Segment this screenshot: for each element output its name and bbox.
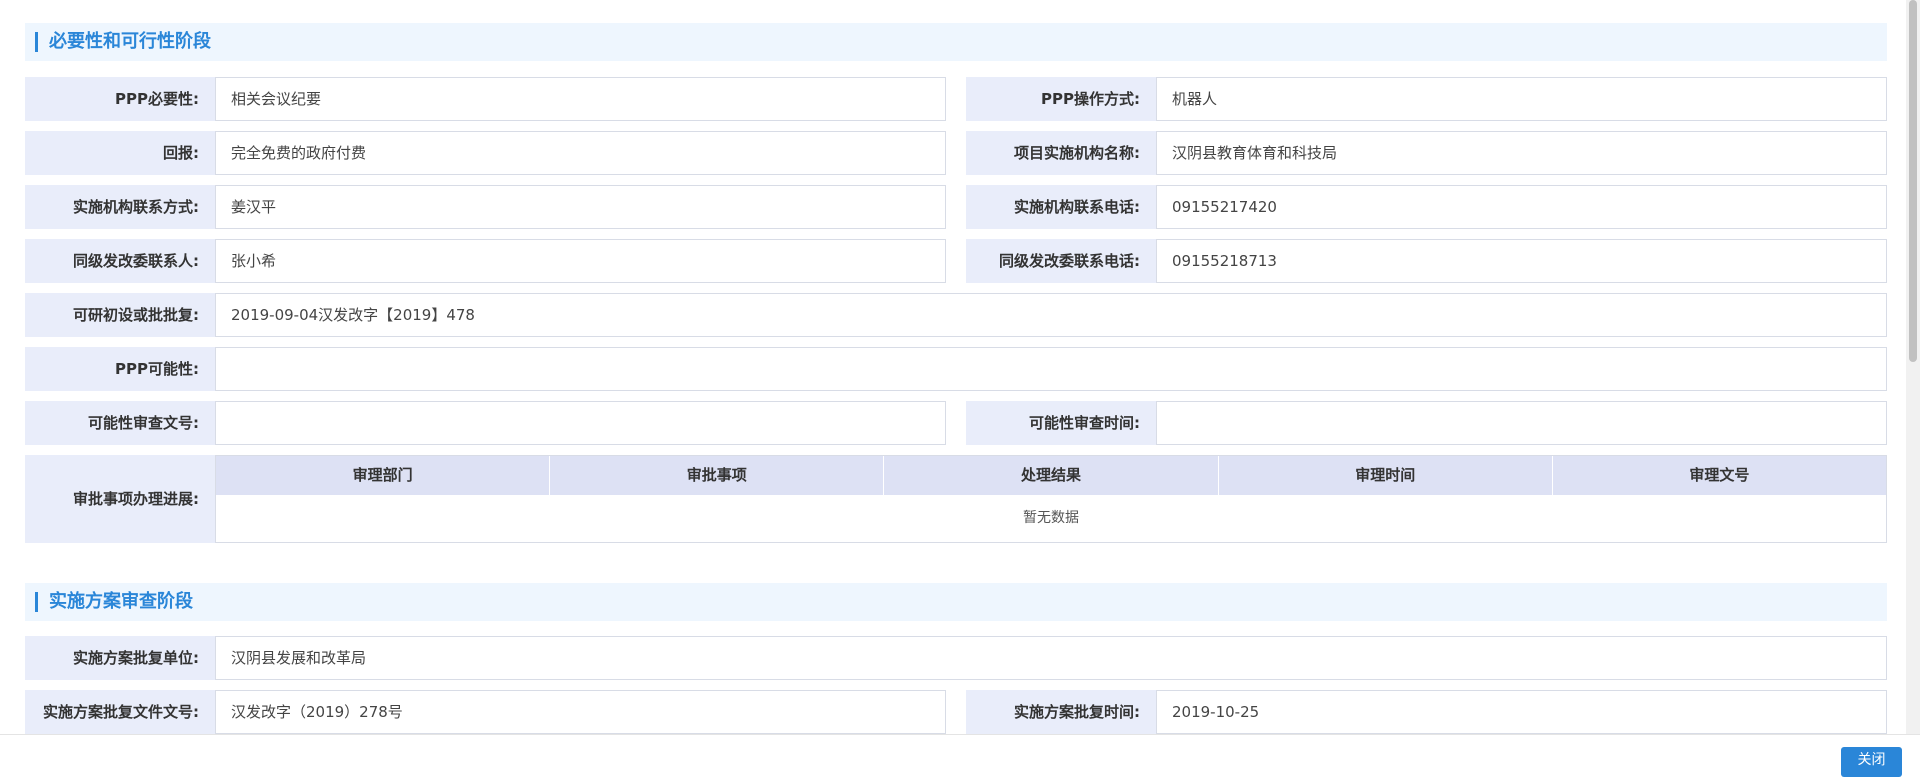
field-value-ndrc-contact: 张小希: [215, 239, 946, 283]
field-value-plan-approval-doc-no: 汉发改字（2019）278号: [215, 690, 946, 734]
detail-scroll-area[interactable]: 必要性和可行性阶段 PPP必要性: 相关会议纪要 PPP操作方式: 机器人 回报…: [0, 0, 1920, 734]
field-value-feasibility-approval: 2019-09-04汉发改字【2019】478: [215, 293, 1887, 337]
section-title: 实施方案审查阶段: [49, 591, 193, 612]
table-header: 审理部门 审批事项 处理结果 审理时间 审理文号: [216, 456, 1886, 495]
column-header-result[interactable]: 处理结果: [884, 456, 1219, 495]
form-row: 实施方案批复单位: 汉阴县发展和改革局: [25, 636, 1887, 680]
field-label-ppp-feasibility: PPP可能性:: [25, 347, 215, 391]
form-row: 实施方案批复文件文号: 汉发改字（2019）278号 实施方案批复时间: 201…: [25, 690, 1887, 734]
field-label-feasibility-doc-no: 可能性审查文号:: [25, 401, 215, 445]
field-label-ndrc-phone: 同级发改委联系电话:: [966, 239, 1156, 283]
field-value-ppp-necessity: 相关会议纪要: [215, 77, 946, 121]
field-value-feasibility-doc-no: [215, 401, 946, 445]
form-row: 可研初设或批批复: 2019-09-04汉发改字【2019】478: [25, 293, 1887, 337]
scrollbar-thumb[interactable]: [1909, 0, 1917, 362]
form-row: PPP可能性:: [25, 347, 1887, 391]
table-empty-text: 暂无数据: [1023, 510, 1079, 526]
form-row: 实施机构联系方式: 姜汉平 实施机构联系电话: 09155217420: [25, 185, 1887, 229]
form-row: 可能性审查文号: 可能性审查时间:: [25, 401, 1887, 445]
field-label-ndrc-contact: 同级发改委联系人:: [25, 239, 215, 283]
section-header-plan-review: 实施方案审查阶段: [25, 583, 1887, 621]
form-row: PPP必要性: 相关会议纪要 PPP操作方式: 机器人: [25, 77, 1887, 121]
field-label-plan-approval-doc-no: 实施方案批复文件文号:: [25, 690, 215, 734]
field-label-feasibility-approval: 可研初设或批批复:: [25, 293, 215, 337]
form-row: 同级发改委联系人: 张小希 同级发改委联系电话: 09155218713: [25, 239, 1887, 283]
field-label-plan-approval-unit: 实施方案批复单位:: [25, 636, 215, 680]
field-label-plan-approval-time: 实施方案批复时间:: [966, 690, 1156, 734]
field-value-return: 完全免费的政府付费: [215, 131, 946, 175]
dialog-footer: [0, 734, 1920, 763]
approval-progress-table: 审理部门 审批事项 处理结果 审理时间 审理文号 暂无数据: [215, 455, 1887, 543]
column-header-review-time[interactable]: 审理时间: [1219, 456, 1553, 495]
section-title: 必要性和可行性阶段: [49, 31, 211, 52]
form-row: 回报: 完全免费的政府付费 项目实施机构名称: 汉阴县教育体育和科技局: [25, 131, 1887, 175]
field-label-agency-contact: 实施机构联系方式:: [25, 185, 215, 229]
field-value-ppp-operation: 机器人: [1156, 77, 1887, 121]
approval-progress-row: 审批事项办理进展: 审理部门 审批事项 处理结果 审理时间 审理文号 暂无数据: [25, 455, 1887, 543]
close-button[interactable]: 关闭: [1841, 747, 1902, 777]
field-label-agency-phone: 实施机构联系电话:: [966, 185, 1156, 229]
field-value-plan-approval-time: 2019-10-25: [1156, 690, 1887, 734]
field-label-feasibility-review-time: 可能性审查时间:: [966, 401, 1156, 445]
field-value-ndrc-phone: 09155218713: [1156, 239, 1887, 283]
field-label-return: 回报:: [25, 131, 215, 175]
vertical-scrollbar[interactable]: [1906, 0, 1920, 734]
field-value-ppp-feasibility: [215, 347, 1887, 391]
field-value-agency-contact: 姜汉平: [215, 185, 946, 229]
field-value-agency-name: 汉阴县教育体育和科技局: [1156, 131, 1887, 175]
field-value-agency-phone: 09155217420: [1156, 185, 1887, 229]
field-label-ppp-operation: PPP操作方式:: [966, 77, 1156, 121]
field-label-agency-name: 项目实施机构名称:: [966, 131, 1156, 175]
field-label-ppp-necessity: PPP必要性:: [25, 77, 215, 121]
section-header-necessity: 必要性和可行性阶段: [25, 23, 1887, 61]
field-value-feasibility-review-time: [1156, 401, 1887, 445]
column-header-department[interactable]: 审理部门: [216, 456, 551, 495]
field-label-approval-progress: 审批事项办理进展:: [25, 455, 215, 543]
section-accent-bar: [35, 32, 38, 52]
column-header-approval-item[interactable]: 审批事项: [550, 456, 885, 495]
column-header-doc-no[interactable]: 审理文号: [1553, 456, 1886, 495]
field-value-plan-approval-unit: 汉阴县发展和改革局: [215, 636, 1887, 680]
section-accent-bar: [35, 592, 38, 612]
